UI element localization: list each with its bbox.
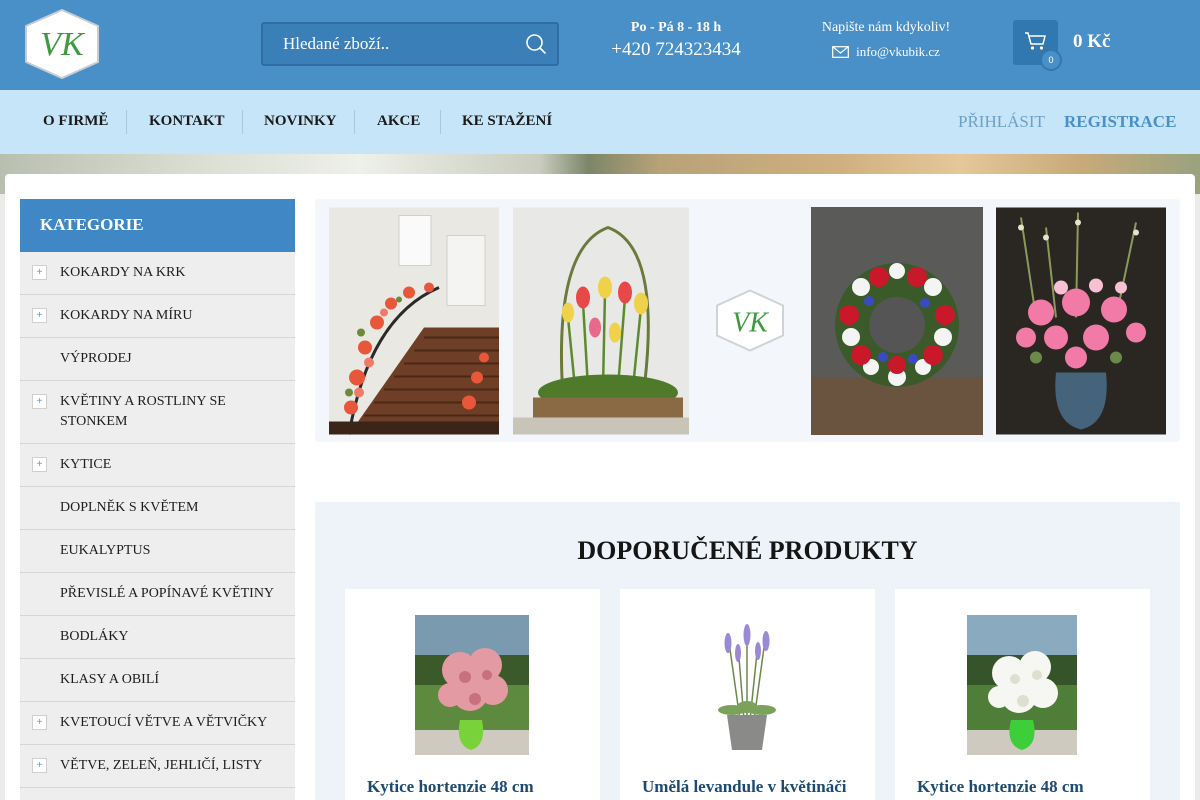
expand-plus-icon[interactable]: +	[32, 308, 47, 323]
logo[interactable]: VK	[22, 8, 102, 80]
category-item[interactable]: + KOKARDY NA KRK	[20, 252, 295, 295]
category-item[interactable]: PŘEVISLÉ A POPÍNAVÉ KVĚTINY	[20, 573, 295, 616]
logo-text: VK	[40, 26, 86, 63]
hero-banner[interactable]: VK	[315, 199, 1180, 442]
cart-button[interactable]: 0	[1013, 20, 1062, 71]
product-name[interactable]: Umělá levandule v květináči	[642, 777, 846, 797]
banner-image-tulips	[513, 207, 689, 435]
login-link[interactable]: PŘIHLÁSIT	[958, 90, 1045, 154]
email-link[interactable]: info@vkubik.cz	[806, 44, 966, 60]
category-label: KLASY A OBILÍ	[60, 672, 160, 687]
opening-hours-label: Po - Pá 8 - 18 h	[630, 20, 722, 35]
product-image[interactable]	[710, 615, 784, 755]
category-label: KOKARDY NA KRK	[60, 265, 186, 280]
category-label: VÝPRODEJ	[60, 351, 132, 366]
category-item[interactable]: + KVĚTINY A ROSTLINY SE STONKEM	[20, 381, 295, 444]
email-text: info@vkubik.cz	[856, 44, 940, 59]
banner-logo: VK	[716, 289, 784, 352]
banner-logo-text: VK	[732, 308, 769, 339]
register-link[interactable]: REGISTRACE	[1064, 90, 1176, 154]
category-item[interactable]: EUKALYPTUS	[20, 530, 295, 573]
category-label: BODLÁKY	[60, 629, 129, 644]
main-nav: O FIRMĚ KONTAKT NOVINKY AKCE KE STAŽENÍ …	[0, 90, 1200, 154]
nav-separator	[354, 110, 355, 134]
nav-item-ke-stazeni[interactable]: KE STAŽENÍ	[462, 90, 552, 154]
contact: Napište nám kdykoliv! info@vkubik.cz	[806, 20, 966, 60]
sidebar-title: KATEGORIE	[20, 199, 295, 252]
category-label: EUKALYPTUS	[60, 543, 151, 558]
category-label: KYTICE	[60, 457, 112, 472]
expand-plus-icon[interactable]: +	[32, 265, 47, 280]
nav-item-o-firme[interactable]: O FIRMĚ	[43, 90, 108, 154]
recommended-title: DOPORUČENÉ PRODUKTY	[577, 536, 918, 565]
category-item[interactable]: KLASY A OBILÍ	[20, 659, 295, 702]
category-label: PŘEVISLÉ A POPÍNAVÉ KVĚTINY	[60, 586, 275, 601]
category-item[interactable]: + KYTICE	[20, 444, 295, 487]
cart-total[interactable]: 0 Kč	[1073, 31, 1110, 53]
cart-icon	[1025, 32, 1046, 50]
nav-separator	[440, 110, 441, 134]
contact-label: Napište nám kdykoliv!	[821, 20, 951, 35]
nav-item-kontakt[interactable]: KONTAKT	[149, 90, 225, 154]
product-card[interactable]: Kytice hortenzie 48 cm	[345, 589, 600, 800]
expand-plus-icon[interactable]: +	[32, 758, 47, 773]
search-input[interactable]	[263, 24, 513, 64]
product-card[interactable]: Umělá levandule v květináči	[620, 589, 875, 800]
nav-separator	[242, 110, 243, 134]
expand-plus-icon[interactable]: +	[32, 715, 47, 730]
search-icon[interactable]	[525, 33, 547, 55]
nav-item-novinky[interactable]: NOVINKY	[264, 90, 337, 154]
phone-number[interactable]: +420 724323434	[600, 39, 752, 61]
product-card[interactable]: Kytice hortenzie 48 cm	[895, 589, 1150, 800]
category-item[interactable]: + VĚTVE, ZELEŇ, JEHLIČÍ, LISTY	[20, 745, 295, 788]
product-image[interactable]	[967, 615, 1077, 755]
category-list: + KOKARDY NA KRK + KOKARDY NA MÍRU VÝPRODEJ +…	[20, 252, 295, 800]
search-box	[261, 22, 559, 66]
product-name[interactable]: Kytice hortenzie 48 cm	[367, 777, 534, 797]
cart-count-badge: 0	[1040, 49, 1062, 71]
category-label: DOPLNĚK S KVĚTEM	[60, 500, 199, 515]
product-name[interactable]: Kytice hortenzie 48 cm	[917, 777, 1084, 797]
category-item[interactable]: VÝPRODEJ	[20, 338, 295, 381]
expand-plus-icon[interactable]: +	[32, 394, 47, 409]
envelope-icon	[832, 46, 849, 58]
category-label: KOKARDY NA MÍRU	[60, 308, 193, 323]
product-image[interactable]	[415, 615, 529, 755]
recommended-products: DOPORUČENÉ PRODUKTY Kytice hortenzie 48 …	[315, 502, 1180, 800]
category-item[interactable]: + KOKARDY NA MÍRU	[20, 295, 295, 338]
banner-image-wreath	[811, 207, 983, 435]
header: VK Po - Pá 8 - 18 h +420 724323434 Napiš…	[0, 0, 1200, 90]
nav-item-akce[interactable]: AKCE	[377, 90, 420, 154]
expand-plus-icon[interactable]: +	[32, 457, 47, 472]
category-label: VĚTVE, ZELEŇ, JEHLIČÍ, LISTY	[60, 758, 263, 773]
category-item[interactable]: BODLÁKY	[20, 616, 295, 659]
category-sidebar: KATEGORIE + KOKARDY NA KRK + KOKARDY NA MÍR…	[20, 199, 295, 800]
category-label: KVETOUCÍ VĚTVE A VĚTVIČKY	[60, 715, 268, 730]
opening-hours: Po - Pá 8 - 18 h +420 724323434	[600, 20, 752, 61]
banner-image-staircase	[329, 207, 499, 435]
banner-image-pink-bouquet	[996, 207, 1166, 435]
category-item[interactable]: + KVETOUCÍ VĚTVE A VĚTVIČKY	[20, 702, 295, 745]
category-item[interactable]: GIRLANDY	[20, 788, 295, 800]
category-item[interactable]: DOPLNĚK S KVĚTEM	[20, 487, 295, 530]
category-label: KVĚTINY A ROSTLINY SE STONKEM	[60, 394, 226, 429]
nav-separator	[126, 110, 127, 134]
